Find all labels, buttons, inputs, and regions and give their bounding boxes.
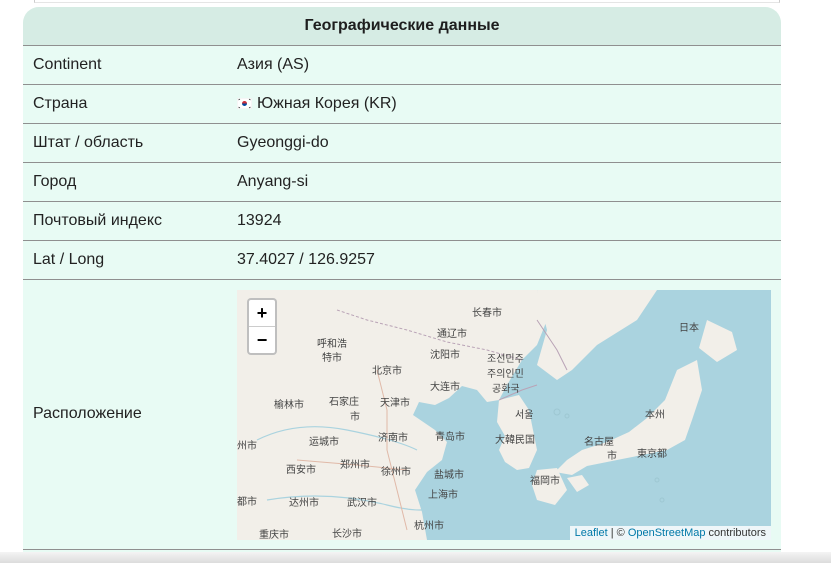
- map-label: 西安市: [286, 465, 316, 476]
- zoom-control: + −: [247, 298, 277, 355]
- row-country: Страна Южная Корея (KR): [23, 85, 781, 124]
- zoom-out-button[interactable]: −: [249, 326, 275, 353]
- row-key: Lat / Long: [33, 251, 105, 268]
- row-value: Южная Корея (KR): [237, 95, 397, 113]
- location-map[interactable]: 长春市 日本 通辽市 呼和浩 特市 沈阳市 조선민주 주의인민 공화국 北京市 …: [237, 290, 771, 540]
- south-korea-flag-icon: [237, 98, 252, 109]
- country-name: Южная Корея (KR): [257, 95, 397, 112]
- map-label: 青岛市: [435, 432, 465, 443]
- row-key: Почтовый индекс: [33, 212, 162, 229]
- map-label: 조선민주: [487, 354, 524, 365]
- map-label: 주의인민: [487, 369, 524, 380]
- map-label: 特市: [322, 353, 342, 364]
- map-label: 运城市: [309, 437, 339, 448]
- row-state: Штат / область Gyeonggi-do: [23, 124, 781, 163]
- row-key: Город: [33, 173, 77, 190]
- map-label: 天津市: [380, 398, 410, 409]
- attribution-separator: | ©: [607, 527, 628, 539]
- map-label: 达州市: [289, 498, 319, 509]
- attribution-suffix: contributors: [705, 527, 766, 539]
- map-label: 通辽市: [437, 329, 467, 340]
- map-label: 福岡市: [530, 476, 560, 487]
- map-label: 石家庄: [329, 397, 359, 408]
- map-label: 공화국: [492, 384, 520, 395]
- row-value: Азия (AS): [237, 56, 310, 73]
- bottom-shadow: [0, 552, 831, 563]
- map-label: 上海市: [428, 490, 458, 501]
- map-label: 市: [607, 451, 617, 462]
- map-label: 郑州市: [340, 460, 370, 471]
- map-label: 大连市: [430, 382, 460, 393]
- row-value: 37.4027 / 126.9257: [237, 251, 375, 268]
- map-label: 北京市: [372, 366, 402, 377]
- row-lat-long: Lat / Long 37.4027 / 126.9257: [23, 241, 781, 280]
- map-attribution: Leaflet | © OpenStreetMap contributors: [569, 526, 771, 540]
- map-label: 呼和浩: [317, 339, 347, 350]
- map-label: 盐城市: [434, 470, 464, 481]
- row-value: Anyang-si: [237, 173, 309, 190]
- map-label: 重庆市: [259, 530, 289, 540]
- map-label: 武汉市: [347, 498, 377, 509]
- row-key: Расположение: [33, 405, 142, 422]
- map-label: 本州: [645, 410, 665, 421]
- row-postal-code: Почтовый индекс 13924: [23, 202, 781, 241]
- map-label: 榆林市: [274, 400, 304, 411]
- map-label: 大韓民国: [495, 435, 535, 446]
- geo-data-card: Географические данные Continent Азия (AS…: [23, 7, 781, 563]
- row-key: Штат / область: [33, 134, 144, 151]
- map-label: 市: [350, 412, 360, 423]
- row-value: 13924: [237, 212, 282, 229]
- map-label: 州市: [237, 441, 257, 452]
- card-title: Географические данные: [23, 7, 781, 46]
- row-continent: Continent Азия (AS): [23, 46, 781, 85]
- map-label: 徐州市: [381, 467, 411, 478]
- row-key: Continent: [33, 56, 102, 73]
- leaflet-link[interactable]: Leaflet: [575, 527, 608, 539]
- row-location: Расположение 长春市 日本 通辽市 呼和浩 特市 沈阳市 조선민주 …: [23, 280, 781, 550]
- zoom-in-button[interactable]: +: [249, 300, 275, 326]
- row-value: Gyeonggi-do: [237, 134, 329, 151]
- map-label: 沈阳市: [430, 350, 460, 361]
- map-label: 都市: [237, 497, 257, 508]
- map-label: 東京都: [637, 449, 667, 460]
- map-label: 日本: [679, 323, 699, 334]
- map-label: 济南市: [378, 433, 408, 444]
- map-label: 杭州市: [414, 521, 444, 532]
- map-label: 长春市: [472, 308, 502, 319]
- map-label: 서울: [515, 410, 534, 421]
- openstreetmap-link[interactable]: OpenStreetMap: [628, 527, 706, 539]
- map-label: 名古屋: [584, 437, 614, 448]
- map-label: 长沙市: [332, 529, 362, 540]
- previous-card-edge: [34, 0, 780, 3]
- row-key: Страна: [33, 95, 88, 112]
- row-city: Город Anyang-si: [23, 163, 781, 202]
